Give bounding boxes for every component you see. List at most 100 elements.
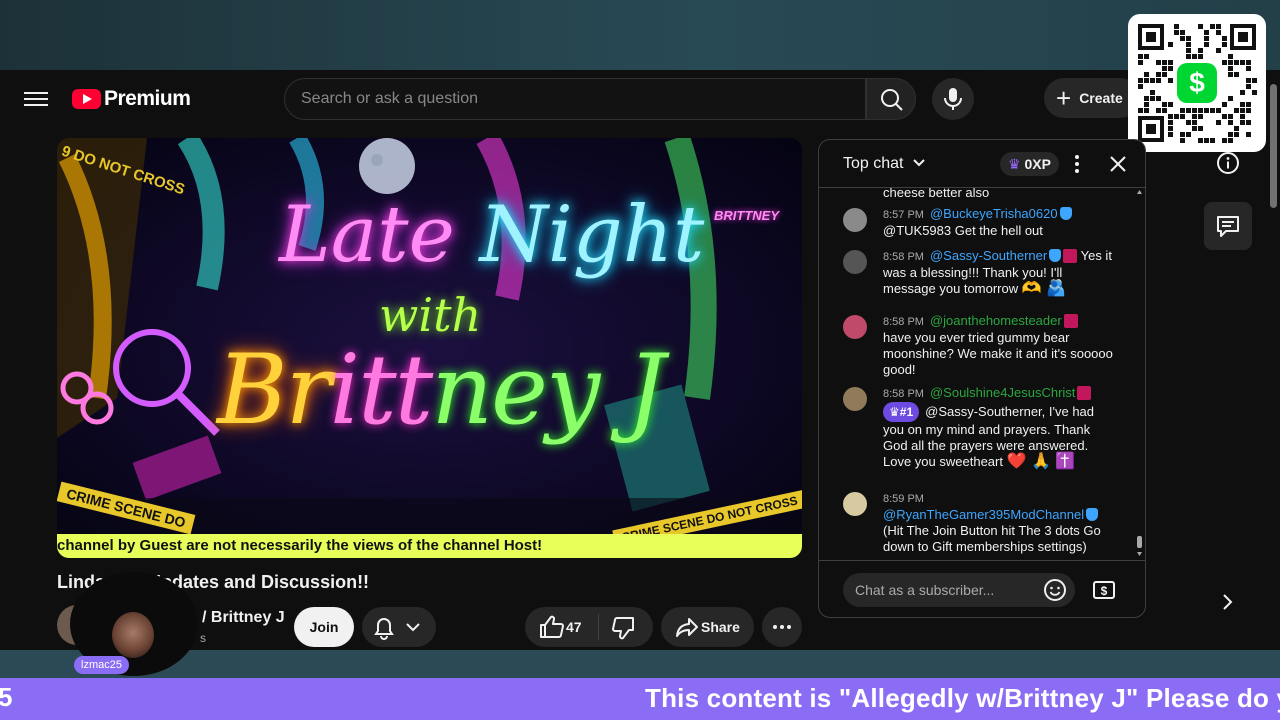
qr-module (1168, 114, 1173, 119)
message-emoji: 🫶 🫂 (1021, 280, 1067, 297)
artwork-word-night: Night (479, 190, 705, 280)
chat-title: Top chat (843, 155, 904, 172)
message-author[interactable]: @RyanTheGamer395ModChannel (883, 507, 1084, 522)
stream-bottom-band (0, 650, 1280, 678)
avatar[interactable] (843, 315, 867, 339)
mic-icon (944, 88, 962, 110)
live-chat-panel: Top chat ♛ 0XP cheese better also 8:57 P… (818, 139, 1146, 618)
avatar[interactable] (843, 387, 867, 411)
qr-module (1198, 126, 1203, 131)
notification-bell-button[interactable] (362, 607, 436, 647)
qr-module (1150, 90, 1155, 95)
search-input[interactable] (301, 90, 841, 108)
qr-module (1216, 30, 1221, 35)
avatar[interactable] (843, 250, 867, 274)
message-emoji: ❤️ 🙏 ✝️ (1006, 453, 1076, 470)
video-player[interactable]: 9 DO NOT CROSS CRIME SCENE DO CRIME SCEN… (57, 138, 802, 558)
qr-module (1228, 54, 1233, 59)
qr-module (1162, 60, 1167, 65)
video-caption-banner: channel by Guest are not necessarily the… (57, 534, 802, 558)
more-actions-button[interactable] (762, 607, 802, 647)
qr-module (1138, 84, 1143, 89)
create-button[interactable]: + Create (1044, 78, 1140, 118)
qr-module (1186, 108, 1191, 113)
message-time: 8:57 PM (883, 209, 924, 221)
search-button[interactable] (866, 78, 916, 120)
qr-module (1168, 78, 1173, 83)
message-time: 8:59 PM (883, 493, 924, 505)
qr-module (1240, 120, 1245, 125)
chat-scrollbar[interactable] (1137, 190, 1142, 556)
super-chat-icon[interactable]: $ (1092, 578, 1116, 602)
emoji-icon[interactable] (1043, 578, 1067, 602)
qr-module (1192, 108, 1197, 113)
qr-module (1252, 78, 1257, 83)
qr-module (1186, 132, 1191, 137)
qr-module (1228, 72, 1233, 77)
qr-module (1180, 114, 1185, 119)
more-vert-icon[interactable] (1072, 154, 1082, 174)
message-time: 8:58 PM (883, 388, 924, 400)
message-text: @TUK5983 Get the hell out (883, 223, 1043, 238)
qr-module (1168, 126, 1173, 131)
qr-module (1240, 102, 1245, 107)
avatar[interactable] (843, 208, 867, 232)
message-author[interactable]: @Sassy-Southerner (930, 248, 1047, 263)
qr-module (1144, 78, 1149, 83)
qr-module (1168, 66, 1173, 71)
chat-toggle-button[interactable] (1204, 202, 1252, 250)
qr-module (1240, 90, 1245, 95)
join-button[interactable]: Join (294, 607, 354, 647)
qr-module (1186, 36, 1191, 41)
qr-module (1228, 60, 1233, 65)
qr-module (1228, 66, 1233, 71)
like-dislike-group (525, 607, 653, 647)
like-divider (598, 614, 599, 640)
chat-mode-selector[interactable]: Top chat (843, 155, 926, 173)
chevron-right-icon[interactable] (1220, 592, 1236, 612)
qr-module (1156, 108, 1161, 113)
qr-module (1234, 126, 1239, 131)
qr-module (1216, 48, 1221, 53)
qr-module (1216, 24, 1221, 29)
qr-module (1246, 66, 1251, 71)
live-badge-icon (1063, 314, 1078, 328)
info-icon[interactable] (1216, 151, 1240, 175)
share-label: Share (701, 619, 740, 635)
thumb-down-icon[interactable] (605, 607, 645, 647)
xp-badge[interactable]: ♛ 0XP (1000, 152, 1059, 176)
qr-module (1198, 54, 1203, 59)
artwork-word-itt: itt (329, 334, 433, 446)
qr-module (1192, 114, 1197, 119)
stream-ticker: 5 This content is "Allegedly w/Brittney … (0, 678, 1280, 720)
qr-code-icon: $ (1138, 24, 1257, 143)
qr-module (1156, 72, 1161, 77)
close-icon[interactable] (1109, 155, 1127, 173)
menu-icon[interactable] (24, 88, 48, 110)
create-label: Create (1079, 90, 1123, 106)
page-scrollbar-thumb[interactable] (1270, 84, 1277, 208)
qr-module (1186, 42, 1191, 47)
channel-name[interactable]: / Brittney J (202, 609, 285, 627)
qr-module (1198, 138, 1203, 143)
qr-module (1234, 60, 1239, 65)
qr-module (1234, 72, 1239, 77)
chat-input[interactable] (843, 573, 1075, 607)
voice-search-button[interactable] (932, 78, 974, 120)
chevron-down-icon (406, 623, 420, 632)
member-badge-icon (1049, 249, 1062, 262)
qr-module (1204, 138, 1209, 143)
artwork-title-line3: Brittney J (217, 334, 665, 446)
qr-module (1150, 78, 1155, 83)
qr-module (1222, 138, 1227, 143)
message-author[interactable]: @joanthehomesteader (930, 313, 1062, 328)
plus-icon: + (1056, 83, 1072, 113)
qr-module (1198, 48, 1203, 53)
message-author[interactable]: @Soulshine4JesusChrist (930, 385, 1075, 400)
avatar[interactable] (843, 492, 867, 516)
youtube-logo[interactable]: Premium (72, 86, 191, 112)
qr-module (1222, 114, 1227, 119)
message-author[interactable]: @BuckeyeTrisha0620 (930, 206, 1058, 221)
qr-module (1204, 108, 1209, 113)
qr-module (1162, 72, 1167, 77)
